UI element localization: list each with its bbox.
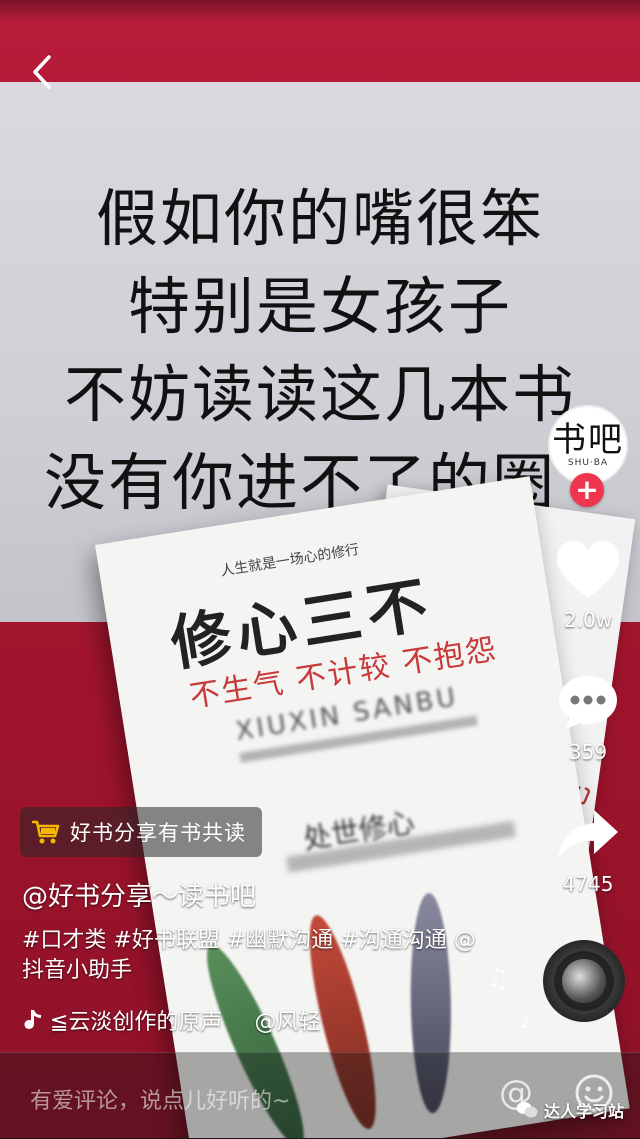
music-disc[interactable] <box>543 940 625 1022</box>
music-row[interactable]: ≦云淡创作的原声 @风轻 <box>22 1004 320 1036</box>
hashtag-4[interactable]: #沟通沟通 <box>340 928 446 953</box>
music-title: ≦云淡创作的原声 <box>50 1010 223 1035</box>
back-button[interactable] <box>22 50 62 94</box>
hashtag-2[interactable]: #好书联盟 <box>113 928 219 953</box>
comment-bar: 有爱评论，说点儿好听的~ @ <box>0 1052 640 1139</box>
post-description: #口才类 #好书联盟 #幽默沟通 #沟通沟通 @抖音小助手 <box>22 926 482 986</box>
comment-input[interactable]: 有爱评论，说点儿好听的~ <box>30 1083 290 1115</box>
shop-tag-label: 好书分享有书共读 <box>70 821 246 845</box>
tiktok-note-icon <box>24 1010 41 1029</box>
avatar-subtext: SHU·BA <box>567 458 609 468</box>
hashtag-1[interactable]: #口才类 <box>22 928 106 953</box>
music-note-icon-small: ♪ <box>520 1012 532 1033</box>
hashtag-3[interactable]: #幽默沟通 <box>227 928 333 953</box>
heart-icon <box>557 541 619 598</box>
like-button[interactable]: 2.0w <box>548 540 628 632</box>
shop-tag[interactable]: 好书分享有书共读 <box>20 807 262 857</box>
cart-icon <box>32 820 60 844</box>
watermark: 达人学习站 <box>516 1098 624 1122</box>
music-note-icon: ♫ <box>486 964 510 994</box>
caption-line-2: 特别是女孩子 <box>127 270 512 343</box>
comment-count: 359 <box>568 740 608 764</box>
status-bar <box>0 0 640 22</box>
music-cover <box>562 959 606 1003</box>
comment-bubble-icon <box>559 676 617 729</box>
like-count: 2.0w <box>563 608 613 632</box>
watermark-text: 达人学习站 <box>544 1102 625 1121</box>
share-arrow-icon <box>558 810 618 860</box>
comment-button[interactable]: 359 <box>548 672 628 764</box>
share-button[interactable]: 4745 <box>548 808 628 896</box>
avatar-text: 书吧 <box>552 420 624 460</box>
music-author: @风轻 <box>254 1010 321 1035</box>
share-count: 4745 <box>562 872 614 896</box>
chevron-left-icon <box>33 55 51 89</box>
caption-line-1: 假如你的嘴很笨 <box>95 182 544 255</box>
caption-line-3: 不妨读读这几本书 <box>63 358 576 431</box>
author-name[interactable]: @好书分享～读书吧 <box>22 876 256 913</box>
follow-button[interactable]: + <box>570 473 604 507</box>
wechat-icon <box>516 1102 538 1118</box>
